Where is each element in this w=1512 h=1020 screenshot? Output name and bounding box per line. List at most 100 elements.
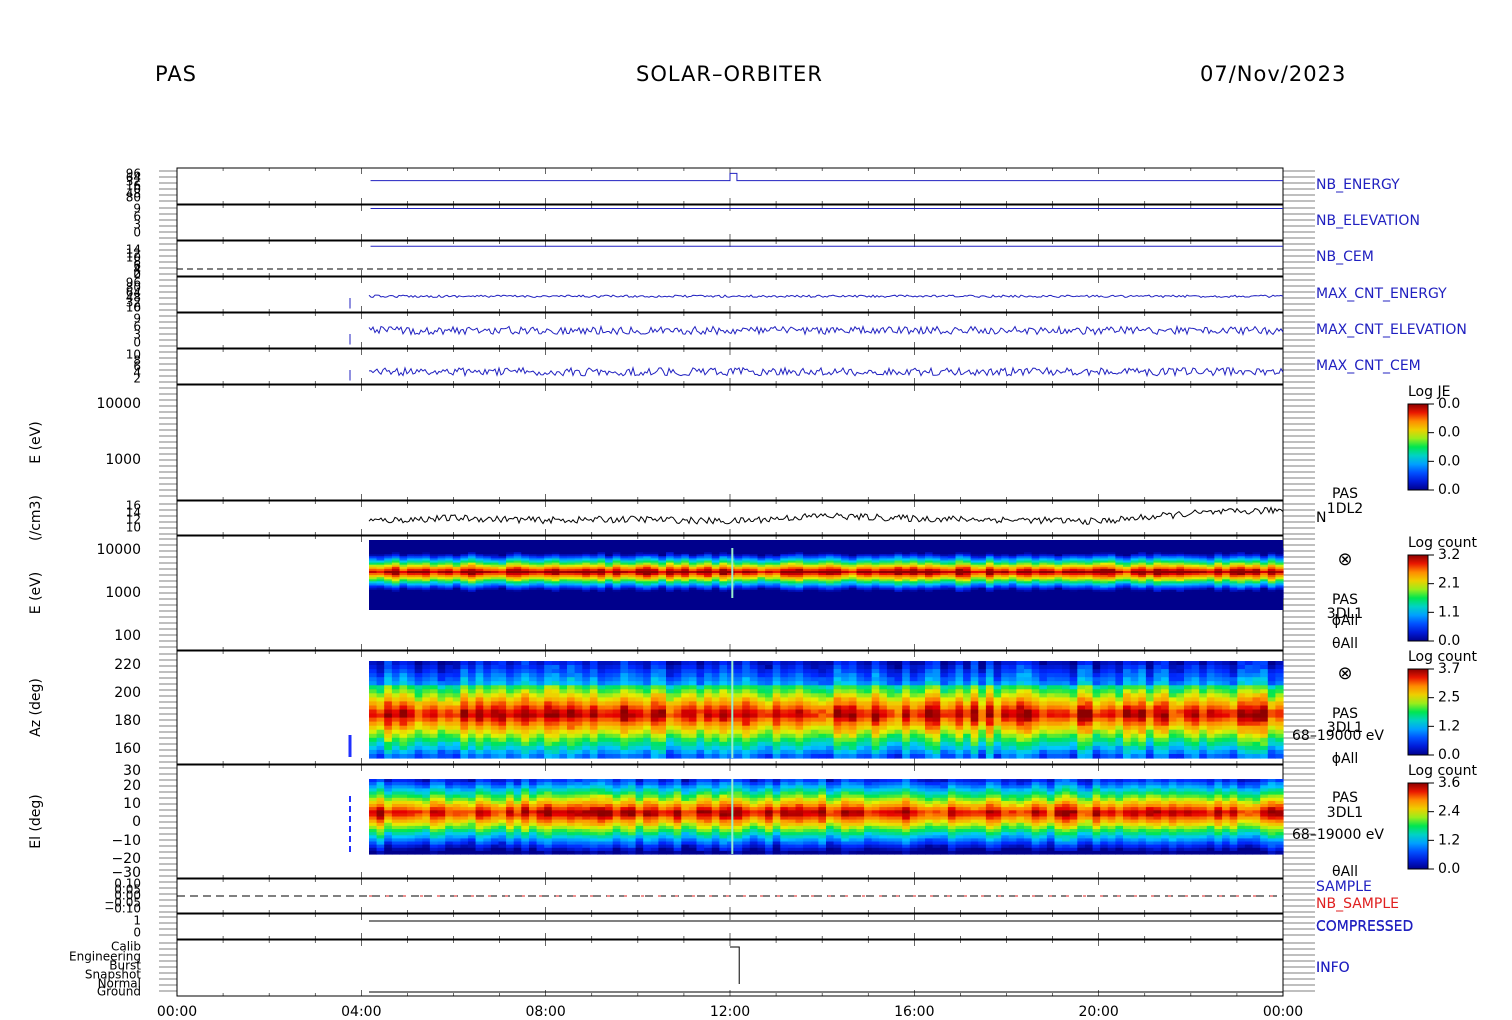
azimuth-spectrogram-cell: [399, 677, 408, 682]
energy-spectrogram-cell: [1100, 595, 1109, 599]
azimuth-spectrogram-cell: [460, 733, 469, 739]
azimuth-spectrogram-cell: [384, 677, 393, 682]
azimuth-spectrogram-cell: [650, 754, 659, 759]
azimuth-spectrogram-cell: [391, 669, 401, 674]
energy-spectrogram-cell: [445, 595, 454, 599]
azimuth-spectrogram-cell: [666, 673, 675, 678]
azimuth-spectrogram-cell: [369, 705, 378, 711]
energy-spectrogram-cell: [1222, 595, 1231, 599]
azimuth-spectrogram-cell: [445, 669, 454, 674]
azimuth-spectrogram-cell: [391, 689, 401, 694]
azimuth-spectrogram-cell: [658, 725, 667, 731]
azimuth-spectrogram-cell: [506, 705, 515, 711]
azimuth-spectrogram-cell: [414, 749, 423, 755]
azimuth-spectrogram-cell: [422, 661, 431, 666]
azimuth-spectrogram-cell: [498, 661, 507, 666]
azimuth-spectrogram-cell: [498, 713, 507, 719]
azimuth-spectrogram-cell: [490, 741, 500, 747]
azimuth-spectrogram-cell: [490, 725, 500, 731]
azimuth-spectrogram-cell: [407, 677, 416, 682]
energy-spectrogram-cell: [1016, 595, 1025, 599]
azimuth-spectrogram-cell: [414, 721, 423, 727]
azimuth-spectrogram-cell: [567, 669, 576, 674]
azimuth-spectrogram-cell: [650, 725, 659, 731]
azimuth-spectrogram-cell: [369, 677, 378, 682]
azimuth-spectrogram-cell: [490, 745, 500, 751]
azimuth-spectrogram-cell: [475, 749, 484, 755]
azimuth-spectrogram-cell: [612, 709, 621, 715]
azimuth-spectrogram-cell: [521, 749, 530, 755]
energy-spectrogram-cell: [1024, 595, 1033, 599]
azimuth-spectrogram-cell: [650, 713, 659, 719]
azimuth-spectrogram-cell: [612, 749, 621, 755]
azimuth-spectrogram-cell: [376, 741, 385, 747]
azimuth-spectrogram-cell: [688, 741, 698, 747]
azimuth-spectrogram-cell: [376, 754, 385, 759]
azimuth-spectrogram-cell: [643, 729, 652, 735]
azimuth-spectrogram-cell: [605, 754, 614, 759]
azimuth-spectrogram-cell: [544, 669, 553, 674]
energy-spectrogram-cell: [963, 595, 972, 599]
azimuth-spectrogram-cell: [589, 669, 599, 674]
energy-spectrogram-cell: [407, 595, 416, 599]
azimuth-spectrogram-cell: [437, 673, 446, 678]
azimuth-spectrogram-cell: [407, 661, 416, 666]
azimuth-spectrogram-cell: [399, 737, 408, 743]
azimuth-spectrogram-cell: [475, 681, 484, 686]
azimuth-spectrogram-cell: [643, 721, 652, 727]
azimuth-spectrogram-cell: [574, 733, 583, 739]
azimuth-spectrogram-cell: [688, 705, 698, 711]
azimuth-spectrogram-cell: [498, 689, 507, 694]
azimuth-spectrogram-cell: [658, 717, 667, 723]
azimuth-spectrogram-cell: [582, 749, 591, 755]
azimuth-spectrogram-cell: [445, 717, 454, 723]
azimuth-spectrogram-cell: [460, 754, 469, 759]
azimuth-spectrogram-cell: [643, 681, 652, 686]
azimuth-spectrogram-cell: [635, 729, 644, 735]
energy-spectrogram-tick-label: 1000: [105, 585, 141, 601]
azimuth-spectrogram-cell: [384, 697, 393, 702]
azimuth-spectrogram-cell: [376, 701, 385, 706]
azimuth-spectrogram-cell: [521, 661, 530, 666]
azimuth-spectrogram-cell: [429, 685, 439, 690]
azimuth-spectrogram-cell: [536, 697, 545, 702]
azimuth-spectrogram-cell: [643, 693, 652, 698]
azimuth-spectrogram-cell: [559, 729, 568, 735]
azimuth-spectrogram-cell: [597, 733, 606, 739]
azimuth-spectrogram-cell: [620, 701, 629, 706]
azimuth-spectrogram-cell: [422, 725, 431, 731]
nb-energy-series: [370, 172, 1283, 182]
azimuth-spectrogram-cell: [391, 725, 401, 731]
azimuth-spectrogram-cell: [384, 693, 393, 698]
azimuth-spectrogram-cell: [559, 681, 568, 686]
azimuth-spectrogram-cell: [422, 737, 431, 743]
azimuth-spectrogram-cell: [574, 661, 583, 666]
azimuth-spectrogram-cell: [567, 685, 576, 690]
azimuth-spectrogram-cell: [551, 721, 560, 727]
azimuth-spectrogram-cell: [673, 709, 682, 715]
azimuth-spectrogram-cell: [551, 754, 560, 759]
energy-spectrogram-cell: [727, 595, 736, 599]
energy-spectrogram-cell: [1260, 595, 1269, 599]
azimuth-spectrogram-cell: [658, 661, 667, 666]
azimuth-spectrogram-cell: [643, 697, 652, 702]
azimuth-spectrogram-cell: [521, 725, 530, 731]
azimuth-spectrogram-cell: [513, 701, 522, 706]
azimuth-spectrogram-cell: [521, 689, 530, 694]
azimuth-spectrogram-cell: [666, 693, 675, 698]
azimuth-spectrogram-cell: [513, 754, 522, 759]
azimuth-spectrogram-cell: [681, 717, 690, 723]
energy-spectrogram-cell: [681, 595, 690, 599]
azimuth-spectrogram-cell: [506, 721, 515, 727]
azimuth-spectrogram-cell: [605, 709, 614, 715]
azimuth-spectrogram-cell: [506, 713, 515, 719]
azimuth-spectrogram-cell: [498, 701, 507, 706]
energy-spectrogram-cell: [1031, 595, 1040, 599]
azimuth-spectrogram-cell: [414, 745, 423, 751]
azimuth-spectrogram-cell: [536, 749, 545, 755]
azimuth-spectrogram-cell: [688, 665, 698, 670]
energy-spectrogram-cell: [574, 595, 583, 599]
azimuth-spectrogram-cell: [544, 741, 553, 747]
azimuth-spectrogram-cell: [666, 665, 675, 670]
azimuth-spectrogram-cell: [567, 741, 576, 747]
